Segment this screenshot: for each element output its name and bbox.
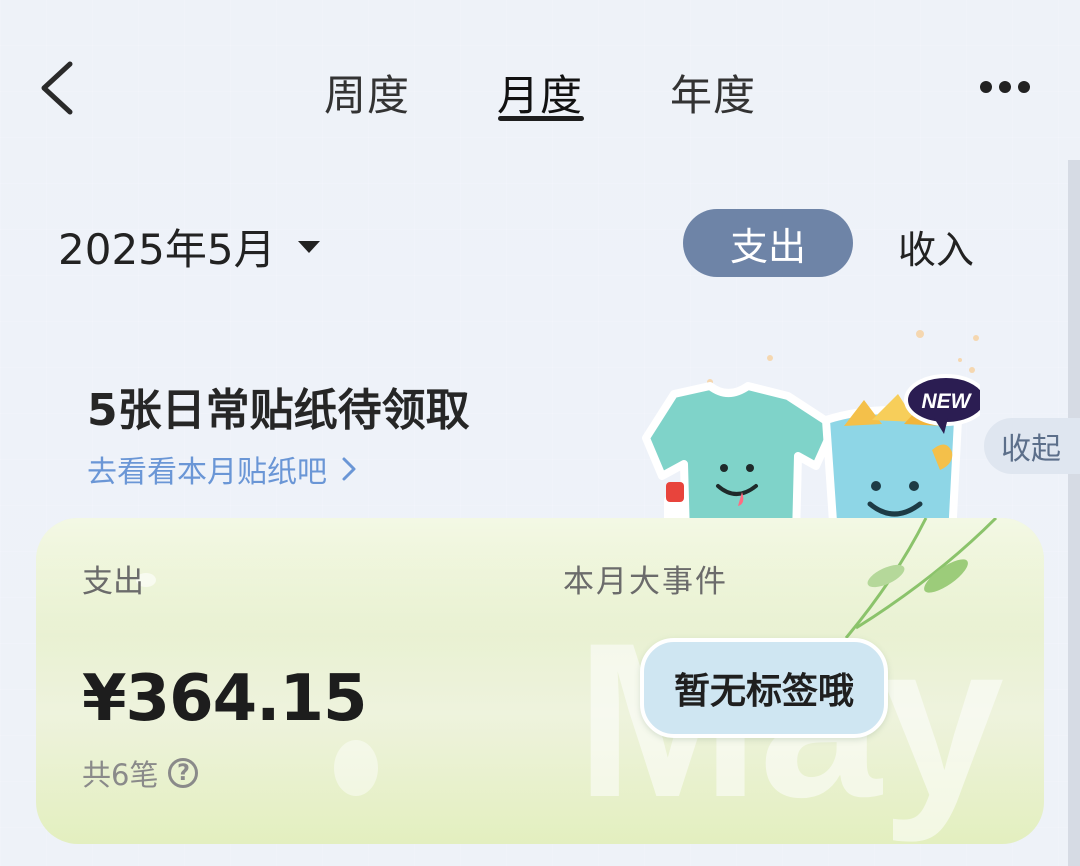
new-badge-text: NEW <box>922 390 973 413</box>
tshirt-sticker <box>642 382 838 530</box>
active-tab-indicator <box>498 116 584 121</box>
question-circle-icon[interactable]: ? <box>168 758 199 788</box>
no-tag-pill[interactable]: 暂无标签哦 <box>640 638 888 738</box>
tab-month[interactable]: 月度 <box>497 62 583 123</box>
back-button[interactable] <box>36 58 86 118</box>
income-toggle-button[interactable]: 收入 <box>898 219 974 274</box>
collapse-button[interactable]: 收起 <box>984 418 1080 474</box>
more-button[interactable] <box>980 72 1040 102</box>
sticker-link-label: 去看看本月贴纸吧 <box>87 455 327 490</box>
sticker-banner-link[interactable]: 去看看本月贴纸吧 <box>87 447 357 491</box>
more-dots-icon <box>1018 81 1030 93</box>
chevron-left-icon <box>41 61 73 115</box>
more-dots-icon <box>980 81 992 93</box>
caret-down-icon <box>297 240 320 253</box>
month-picker[interactable]: 2025年5月 <box>58 216 320 277</box>
month-label: 2025年5月 <box>58 225 276 274</box>
card-expense-label: 支出 <box>82 564 144 600</box>
expense-amount: ¥364.15 <box>82 662 367 736</box>
expense-toggle-button[interactable]: 支出 <box>683 209 853 277</box>
sticker-illustration: NEW <box>642 330 980 530</box>
more-dots-icon <box>999 81 1011 93</box>
sticker-banner-title: 5张日常贴纸待领取 <box>87 385 470 436</box>
transaction-count-row: 共6笔 ? <box>82 752 199 794</box>
tab-year[interactable]: 年度 <box>670 62 756 123</box>
transaction-count: 共6笔 <box>82 758 159 792</box>
card-events-label: 本月大事件 <box>563 564 728 600</box>
chevron-right-icon <box>342 457 356 481</box>
tab-week[interactable]: 周度 <box>324 62 410 123</box>
scrollbar[interactable] <box>1068 160 1080 866</box>
